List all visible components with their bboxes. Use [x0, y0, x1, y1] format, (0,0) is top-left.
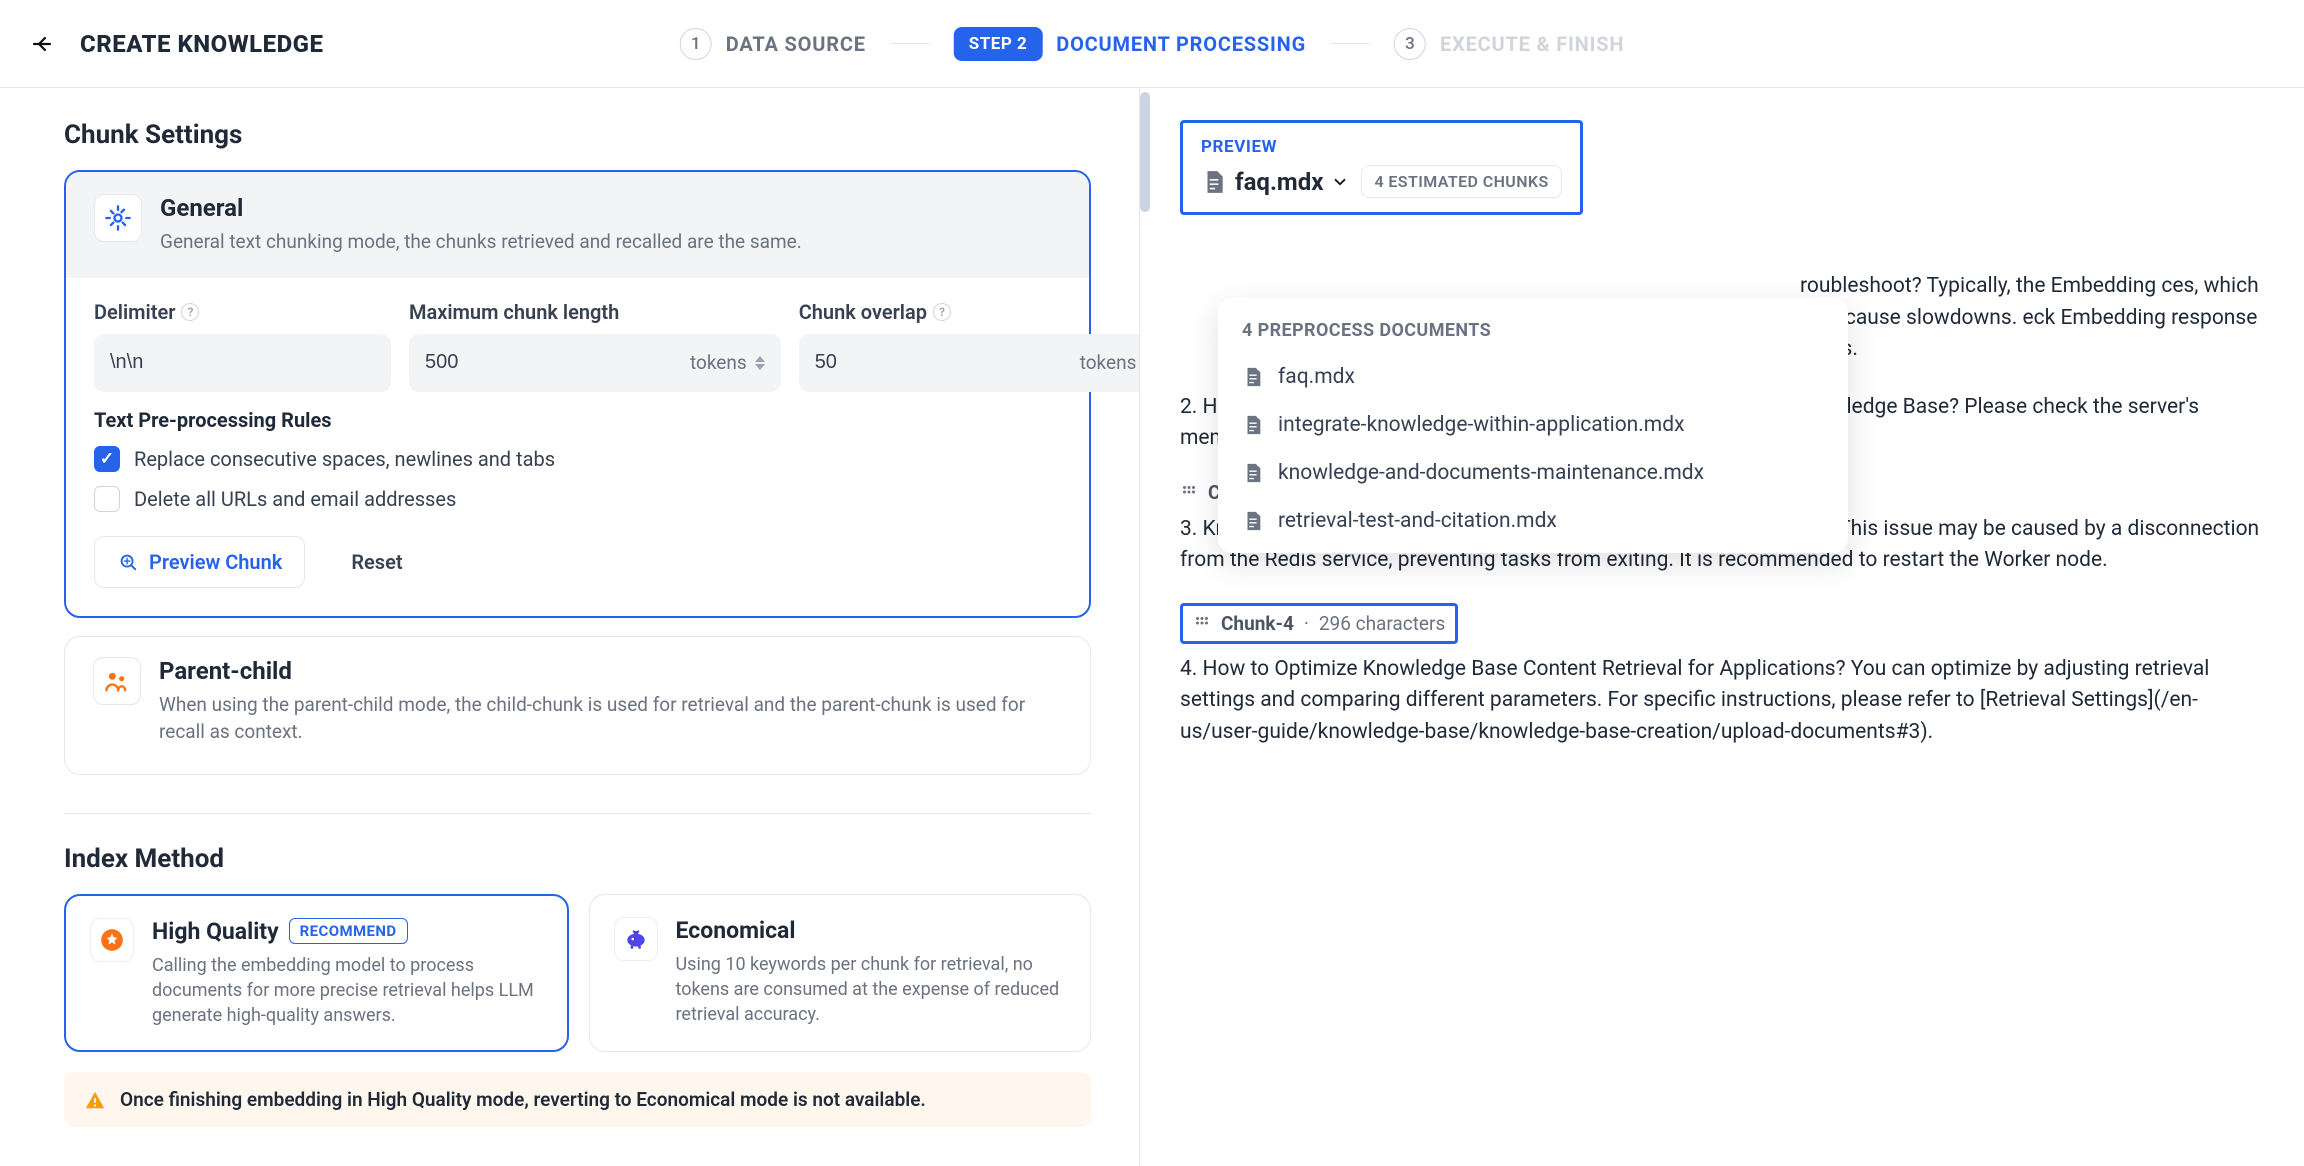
maxlen-input[interactable]: tokens — [409, 334, 781, 392]
step-1-label: DATA SOURCE — [726, 32, 866, 56]
reset-button[interactable]: Reset — [329, 536, 424, 588]
dropdown-item[interactable]: knowledge-and-documents-maintenance.mdx — [1218, 449, 1848, 497]
delimiter-input[interactable] — [94, 334, 391, 392]
maxlen-label: Maximum chunk length — [409, 300, 781, 324]
general-title: General — [160, 194, 802, 222]
delimiter-label: Delimiter? — [94, 300, 391, 324]
file-dropdown[interactable]: 4 PREPROCESS DOCUMENTS faq.mdx integrate… — [1218, 298, 1848, 553]
delimiter-value[interactable] — [110, 351, 375, 374]
checkbox-checked-icon[interactable] — [94, 446, 120, 472]
rule-spaces-row[interactable]: Replace consecutive spaces, newlines and… — [94, 446, 1061, 472]
rule-urls-label: Delete all URLs and email addresses — [134, 487, 456, 511]
overlap-input[interactable]: tokens — [799, 334, 1140, 392]
chevron-down-icon — [1331, 173, 1349, 191]
dropdown-item[interactable]: integrate-knowledge-within-application.m… — [1218, 401, 1848, 449]
file-selector[interactable]: faq.mdx — [1201, 168, 1349, 196]
scrollbar-thumb[interactable] — [1140, 92, 1150, 212]
step-divider — [1330, 43, 1370, 45]
gear-icon — [94, 194, 142, 242]
piggy-bank-icon — [614, 917, 658, 961]
warning-icon — [84, 1089, 106, 1111]
preview-chunk-button[interactable]: Preview Chunk — [94, 536, 305, 588]
document-icon — [1242, 414, 1264, 436]
parent-child-card[interactable]: Parent-child When using the parent-child… — [64, 636, 1091, 775]
chunk-body: 4. How to Optimize Knowledge Base Conten… — [1180, 654, 2264, 749]
maxlen-unit: tokens — [690, 351, 747, 374]
warning-banner: Once finishing embedding in High Quality… — [64, 1072, 1091, 1127]
chunk-settings-heading: Chunk Settings — [64, 120, 1091, 150]
checkbox-icon[interactable] — [94, 486, 120, 512]
document-icon — [1242, 510, 1264, 532]
stepper: 1 DATA SOURCE STEP 2 DOCUMENT PROCESSING… — [680, 27, 1625, 61]
step-2-label: DOCUMENT PROCESSING — [1056, 32, 1306, 56]
step-execute-finish[interactable]: 3 EXECUTE & FINISH — [1394, 28, 1624, 60]
sparkle-icon — [117, 551, 139, 573]
star-icon — [90, 918, 134, 962]
hq-title: High Quality — [152, 918, 279, 945]
rules-heading: Text Pre-processing Rules — [94, 408, 1061, 432]
document-icon — [1242, 366, 1264, 388]
overlap-label: Chunk overlap? — [799, 300, 1140, 324]
step-2-number: STEP 2 — [954, 27, 1043, 61]
dropdown-item[interactable]: retrieval-test-and-citation.mdx — [1218, 497, 1848, 545]
economical-card[interactable]: Economical Using 10 keywords per chunk f… — [589, 894, 1092, 1053]
chunk-body: roubleshoot? Typically, the Embedding ce… — [1800, 271, 2264, 366]
back-button[interactable] — [24, 26, 60, 62]
recommend-badge: RECOMMEND — [289, 918, 408, 944]
quantity-stepper[interactable] — [755, 356, 765, 370]
high-quality-card[interactable]: High Quality RECOMMEND Calling the embed… — [64, 894, 569, 1053]
overlap-value[interactable] — [815, 351, 1080, 374]
step-document-processing[interactable]: STEP 2 DOCUMENT PROCESSING — [954, 27, 1306, 61]
step-1-number: 1 — [680, 28, 712, 60]
step-data-source[interactable]: 1 DATA SOURCE — [680, 28, 866, 60]
people-icon — [93, 657, 141, 705]
grid-icon — [1180, 483, 1198, 501]
preview-label: PREVIEW — [1201, 137, 1562, 157]
estimated-chunks-badge: 4 ESTIMATED CHUNKS — [1361, 165, 1561, 198]
step-divider — [890, 43, 930, 45]
general-desc: General text chunking mode, the chunks r… — [160, 228, 802, 256]
dropdown-header: 4 PREPROCESS DOCUMENTS — [1218, 312, 1848, 353]
overlap-unit: tokens — [1080, 351, 1137, 374]
document-icon — [1242, 462, 1264, 484]
dropdown-item[interactable]: faq.mdx — [1218, 353, 1848, 401]
page-title: CREATE KNOWLEDGE — [80, 30, 324, 58]
document-icon — [1201, 169, 1227, 195]
parent-child-title: Parent-child — [159, 657, 1062, 685]
preview-column: PREVIEW faq.mdx 4 ESTIMATED CHUNKS roubl… — [1140, 88, 2304, 1166]
step-3-label: EXECUTE & FINISH — [1440, 32, 1624, 56]
help-icon[interactable]: ? — [933, 303, 951, 321]
rule-urls-row[interactable]: Delete all URLs and email addresses — [94, 486, 1061, 512]
preview-header-box: PREVIEW faq.mdx 4 ESTIMATED CHUNKS — [1180, 120, 1583, 215]
help-icon[interactable]: ? — [181, 303, 199, 321]
eco-desc: Using 10 keywords per chunk for retrieva… — [676, 952, 1067, 1028]
eco-title: Economical — [676, 917, 796, 944]
section-divider — [64, 813, 1091, 814]
settings-column: Chunk Settings General General text chun… — [0, 88, 1140, 1166]
chunk-name: Chunk-4 — [1221, 612, 1294, 635]
maxlen-value[interactable] — [425, 351, 690, 374]
header-bar: CREATE KNOWLEDGE 1 DATA SOURCE STEP 2 DO… — [0, 0, 2304, 88]
general-chunk-card[interactable]: General General text chunking mode, the … — [64, 170, 1091, 618]
grid-icon — [1193, 614, 1211, 632]
chunk-chars: 296 characters — [1319, 612, 1445, 635]
parent-child-desc: When using the parent-child mode, the ch… — [159, 691, 1062, 746]
hq-desc: Calling the embedding model to process d… — [152, 953, 543, 1029]
rule-spaces-label: Replace consecutive spaces, newlines and… — [134, 447, 555, 471]
step-3-number: 3 — [1394, 28, 1426, 60]
chunk-4: Chunk-4 · 296 characters 4. How to Optim… — [1180, 603, 2264, 749]
index-method-heading: Index Method — [64, 844, 1091, 874]
